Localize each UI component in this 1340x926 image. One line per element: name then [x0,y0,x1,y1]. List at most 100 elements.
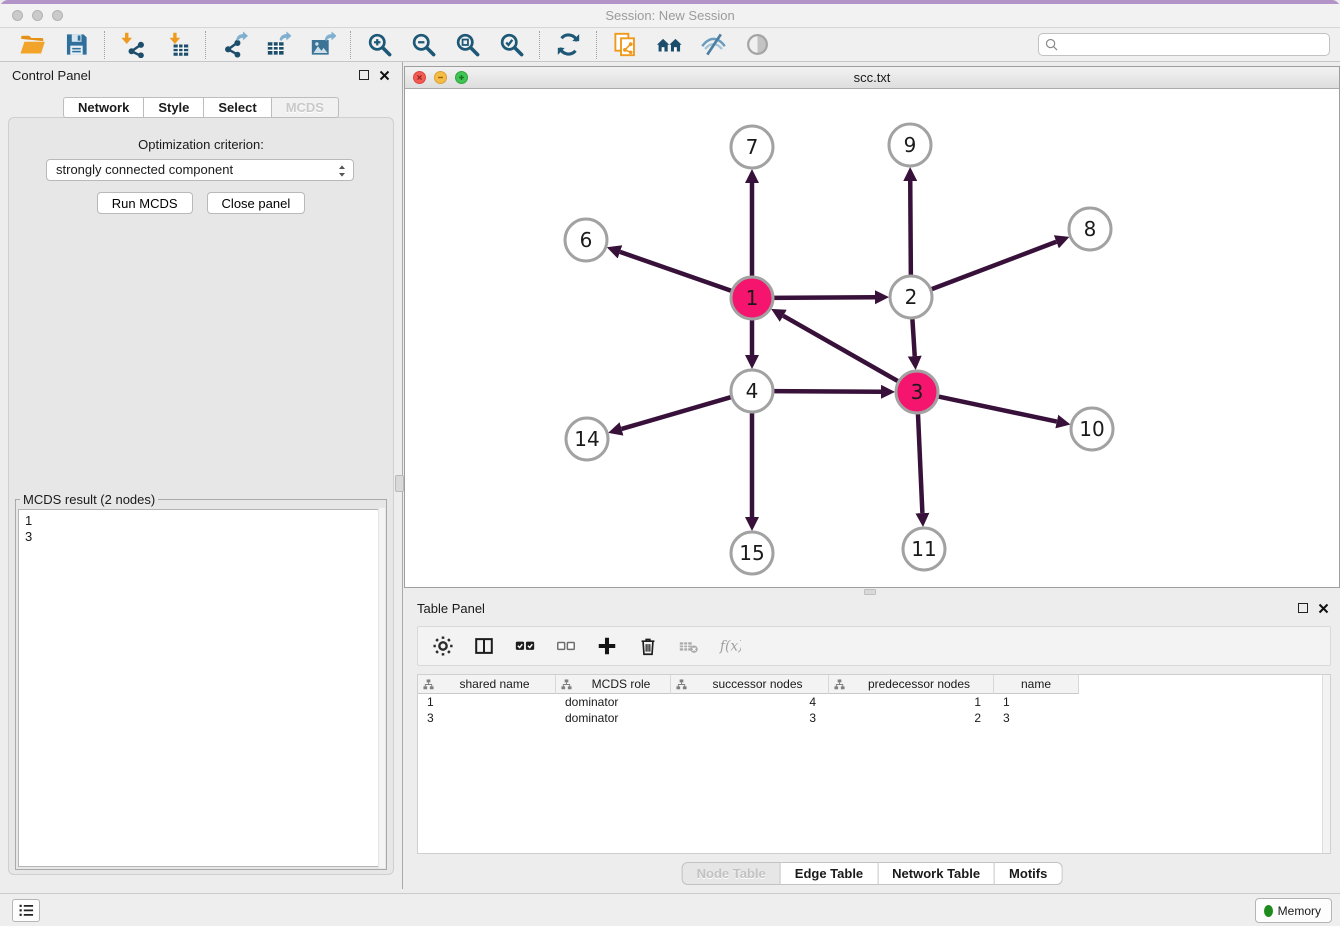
list-icon [17,902,36,919]
node-8[interactable]: 8 [1069,208,1111,250]
network-minimize-light[interactable] [434,71,447,84]
export-image-button[interactable] [308,31,336,59]
tab-style[interactable]: Style [144,97,204,118]
hide-selected-button[interactable] [699,31,727,59]
add-icon [596,635,618,657]
column-header-shared-name[interactable]: shared name [418,675,556,694]
tab-mcds[interactable]: MCDS [272,97,339,118]
first-neighbors-button[interactable] [655,31,683,59]
edge-1-6[interactable] [620,252,734,292]
tab-edge-table[interactable]: Edge Table [781,862,878,885]
delete-column-button[interactable] [636,634,660,658]
close-table-panel-icon[interactable] [1318,603,1329,614]
function-builder-button[interactable]: f(x) [718,634,742,658]
column-header-successor-nodes[interactable]: successor nodes [671,675,829,694]
save-session-button[interactable] [62,31,90,59]
node-label: 15 [739,541,764,565]
table-scrollbar[interactable] [1322,675,1330,853]
minimize-window-light[interactable] [32,10,43,21]
delete-table-button[interactable] [677,634,701,658]
copy-network-button[interactable] [611,31,639,59]
add-column-button[interactable] [595,634,619,658]
close-panel-icon[interactable] [379,70,390,81]
float-table-panel-icon[interactable] [1298,603,1308,613]
zoom-window-light[interactable] [52,10,63,21]
table-cell: 3 [418,710,556,726]
toolbar-group [597,31,785,59]
apply-layout-button[interactable] [554,31,582,59]
tab-network-table[interactable]: Network Table [878,862,995,885]
show-all-button[interactable] [743,31,771,59]
zoom-out-button[interactable] [409,31,437,59]
select-all-button[interactable] [513,634,537,658]
result-scrollbar[interactable] [378,508,385,868]
close-panel-button[interactable]: Close panel [207,192,306,214]
import-table-button[interactable] [163,31,191,59]
toolbar-group [105,31,206,59]
show-visual-icon [744,31,771,58]
mcds-result-text: 1 3 [18,509,384,867]
zoom-selected-button[interactable] [497,31,525,59]
node-7[interactable]: 7 [731,126,773,168]
task-history-button[interactable] [12,899,40,922]
network-canvas[interactable]: 1 2 3 4 6 7 8 9 10 11 14 15 [405,89,1339,587]
node-11[interactable]: 11 [903,528,945,570]
tab-motifs[interactable]: Motifs [995,862,1062,885]
export-network-button[interactable] [220,31,248,59]
edge-1-2[interactable] [771,297,875,298]
gear-icon [432,635,454,657]
window-top-accent [0,0,1340,4]
edge-4-3[interactable] [771,391,881,392]
mcds-panel: Optimization criterion: strongly connect… [8,117,394,875]
node-15[interactable]: 15 [731,532,773,574]
vertical-split-handle[interactable] [395,475,404,492]
edge-2-3[interactable] [912,316,915,356]
tab-select[interactable]: Select [204,97,271,118]
edge-3-10[interactable] [936,396,1057,422]
memory-button[interactable]: Memory [1255,898,1332,923]
column-header-name[interactable]: name [994,675,1079,694]
node-6[interactable]: 6 [565,219,607,261]
column-label: name [999,677,1073,691]
network-close-light[interactable] [413,71,426,84]
table-settings-button[interactable] [431,634,455,658]
node-4[interactable]: 4 [731,370,773,412]
edge-3-1[interactable] [783,316,900,383]
node-label: 7 [746,135,759,159]
node-10[interactable]: 10 [1071,408,1113,450]
deselect-all-button[interactable] [554,634,578,658]
column-header-predecessor-nodes[interactable]: predecessor nodes [829,675,994,694]
table-row[interactable]: 1dominator411 [418,694,1330,710]
table-row[interactable]: 3dominator323 [418,710,1330,726]
run-mcds-button[interactable]: Run MCDS [97,192,193,214]
node-14[interactable]: 14 [566,418,608,460]
node-3[interactable]: 3 [896,371,938,413]
criterion-select[interactable]: strongly connected component [46,159,354,181]
network-zoom-light[interactable] [455,71,468,84]
column-header-MCDS-role[interactable]: MCDS role [556,675,671,694]
edge-4-14[interactable] [622,396,734,429]
show-columns-button[interactable] [472,634,496,658]
search-input[interactable] [1063,38,1323,52]
edge-2-9[interactable] [910,181,911,278]
tab-network[interactable]: Network [63,97,144,118]
edge-3-11[interactable] [918,411,923,513]
node-1[interactable]: 1 [731,277,773,319]
float-panel-icon[interactable] [359,70,369,80]
search-box[interactable] [1038,33,1330,56]
toolbar-group [4,31,105,59]
export-image-icon [309,31,336,58]
node-9[interactable]: 9 [889,124,931,166]
zoom-fit-button[interactable] [453,31,481,59]
zoom-in-button[interactable] [365,31,393,59]
tab-node-table[interactable]: Node Table [682,862,781,885]
close-window-light[interactable] [12,10,23,21]
import-network-button[interactable] [119,31,147,59]
toolbar-group [351,31,540,59]
open-session-button[interactable] [18,31,46,59]
edge-2-8[interactable] [929,242,1057,290]
export-table-button[interactable] [264,31,292,59]
node-2[interactable]: 2 [890,276,932,318]
delete-table-icon [678,635,700,657]
control-panel: Control Panel NetworkStyleSelectMCDS Opt… [0,62,403,889]
